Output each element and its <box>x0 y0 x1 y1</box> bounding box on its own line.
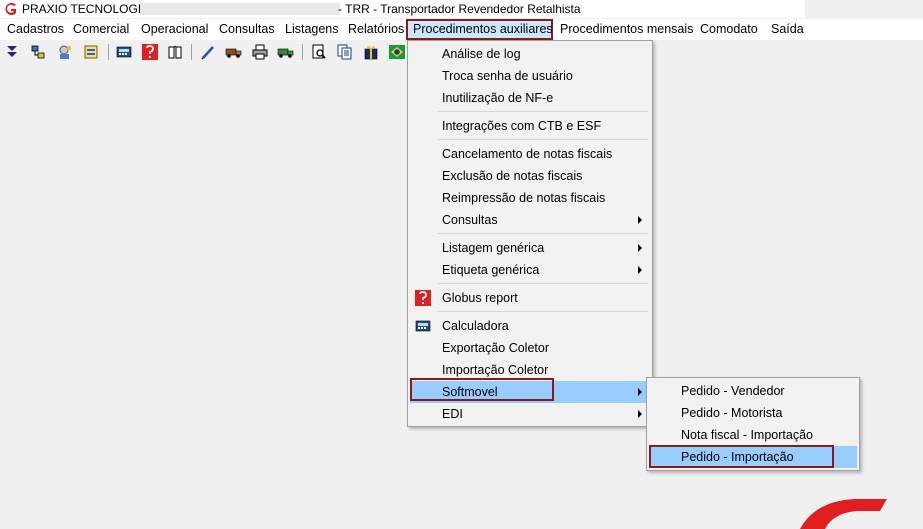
menu-procedimentos-mensais[interactable]: Procedimentos mensais <box>553 19 700 40</box>
truck-green-icon[interactable] <box>277 43 295 61</box>
menu-item-inutilizacao-nfe[interactable]: Inutilização de NF-e <box>410 87 650 109</box>
menu-operacional[interactable]: Operacional <box>134 19 215 40</box>
document-icon[interactable] <box>82 43 100 61</box>
menu-comodato[interactable]: Comodato <box>693 19 765 40</box>
menu-item-cancelamento-nf[interactable]: Cancelamento de notas fiscais <box>410 143 650 165</box>
menu-item-reimpressao-nf[interactable]: Reimpressão de notas fiscais <box>410 187 650 209</box>
submenu-item-pedido-motorista[interactable]: Pedido - Motorista <box>649 402 857 424</box>
menu-separator <box>438 311 648 312</box>
menu-item-etiqueta-generica[interactable]: Etiqueta genérica <box>410 259 650 281</box>
menu-consultas[interactable]: Consultas <box>212 19 282 40</box>
menu-item-exportacao-coletor[interactable]: Exportação Coletor <box>410 337 650 359</box>
search-document-icon[interactable] <box>310 43 328 61</box>
toolbar-separator <box>191 44 192 60</box>
menu-listagens[interactable]: Listagens <box>278 19 346 40</box>
menu-separator <box>438 111 648 112</box>
submenu-arrow-icon <box>638 244 642 252</box>
menu-item-listagem-generica[interactable]: Listagem genérica <box>410 237 650 259</box>
submenu-arrow-icon <box>638 216 642 224</box>
menu-item-edi[interactable]: EDI <box>410 403 650 425</box>
calculator-icon[interactable] <box>115 43 133 61</box>
submenu-arrow-icon <box>638 266 642 274</box>
menu-item-analise-de-log[interactable]: Análise de log <box>410 43 650 65</box>
globus-report-icon <box>415 290 431 306</box>
menu-comercial[interactable]: Comercial <box>66 19 136 40</box>
brazil-flag-icon[interactable] <box>388 43 406 61</box>
truck-icon[interactable] <box>225 43 243 61</box>
menu-relatorios[interactable]: Relatórios <box>341 19 411 40</box>
praxio-watermark-logo-icon <box>800 499 887 529</box>
submenu-item-nota-fiscal-importacao[interactable]: Nota fiscal - Importação <box>649 424 857 446</box>
menu-saida[interactable]: Saída <box>764 19 811 40</box>
menu-item-calculadora[interactable]: Calculadora <box>410 315 650 337</box>
menu-item-troca-senha[interactable]: Troca senha de usuário <box>410 65 650 87</box>
printer-icon[interactable] <box>251 43 269 61</box>
book-icon[interactable] <box>166 43 184 61</box>
praxio-logo-icon <box>5 3 16 16</box>
documents-icon[interactable] <box>336 43 354 61</box>
menu-item-integracoes-ctb-esf[interactable]: Integrações com CTB e ESF <box>410 115 650 137</box>
gift-icon[interactable] <box>362 43 380 61</box>
calculator-icon <box>415 320 431 332</box>
procedimentos-auxiliares-dropdown: Análise de log Troca senha de usuário In… <box>407 40 653 427</box>
menu-separator <box>438 283 648 284</box>
pen-icon[interactable] <box>199 43 217 61</box>
menu-procedimentos-auxiliares[interactable]: Procedimentos auxiliares <box>406 19 553 40</box>
menu-bar: Cadastros Comercial Operacional Consulta… <box>0 19 923 40</box>
highlight-box-softmovel <box>410 378 554 401</box>
title-bar: PRAXIO TECNOLOGIA - TRR - Transportador … <box>0 0 805 18</box>
app-name: PRAXIO TECNOLOGIA <box>22 2 150 16</box>
toolbar-separator <box>108 44 109 60</box>
highlight-box-pedido-importacao <box>649 445 834 468</box>
globus-report-icon[interactable] <box>141 43 159 61</box>
arrow-down-icon[interactable] <box>3 43 21 61</box>
window-title: - TRR - Transportador Revendedor Retalhi… <box>338 2 581 16</box>
menu-cadastros[interactable]: Cadastros <box>0 19 71 40</box>
wizard-icon[interactable] <box>56 43 74 61</box>
network-icon[interactable] <box>29 43 47 61</box>
toolbar-separator <box>302 44 303 60</box>
submenu-arrow-icon <box>638 388 642 396</box>
submenu-item-pedido-vendedor[interactable]: Pedido - Vendedor <box>649 380 857 402</box>
menu-item-consultas[interactable]: Consultas <box>410 209 650 231</box>
submenu-arrow-icon <box>638 410 642 418</box>
title-spacer <box>140 3 340 15</box>
menu-separator <box>438 233 648 234</box>
menu-item-exclusao-nf[interactable]: Exclusão de notas fiscais <box>410 165 650 187</box>
menu-separator <box>438 139 648 140</box>
menu-item-globus-report[interactable]: Globus report <box>410 287 650 309</box>
